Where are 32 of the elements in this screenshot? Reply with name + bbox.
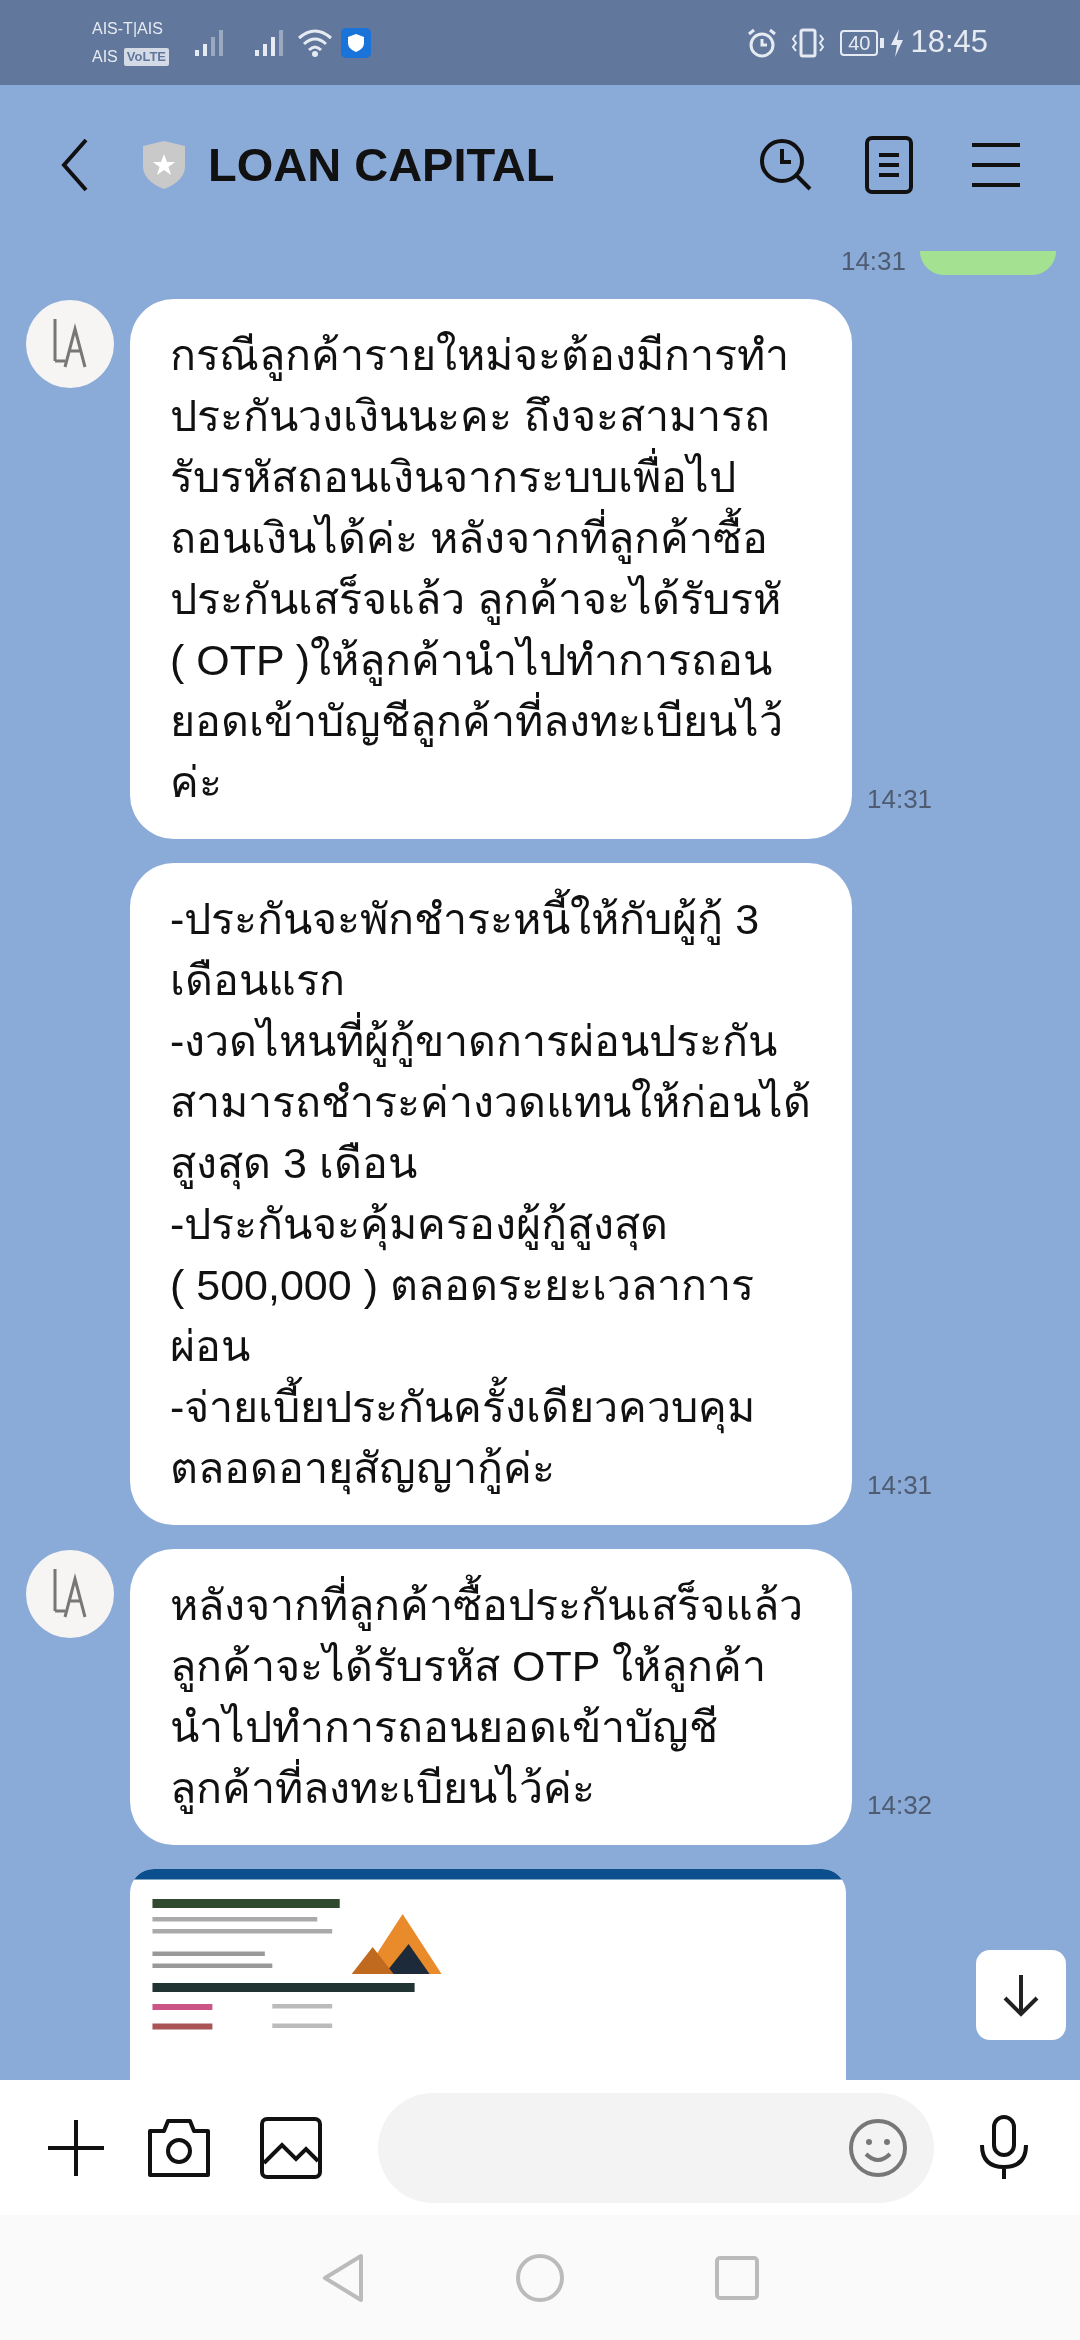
shield-star-icon bbox=[142, 140, 186, 190]
carrier-label: AIS bbox=[92, 46, 118, 67]
clock-time: 18:45 bbox=[910, 23, 988, 62]
avatar[interactable] bbox=[25, 1549, 115, 1639]
message-text: กรณีลูกค้ารายใหม่จะต้องมีการทำประกันวงเงินนะคะ ถึงจะสามารถรับรหัสถอนเงินจากระบบเพื่อไปถอนเงินได้ค่ะ หลังจากที่ลูกค้าซื้อประกันเสร็จแล้ว ลูกค้าจะได้รับรหั ( OTP )ให้ลูกค้านำไปทำการถอนยอดเข้าบัญชีลูกค้าที่ลงทะเบียนไว้ค่ะ bbox=[170, 330, 790, 808]
plus-button[interactable] bbox=[46, 2117, 106, 2178]
wifi-icon bbox=[297, 27, 334, 58]
menu-button[interactable] bbox=[972, 141, 1020, 189]
message-text: หลังจากที่ลูกค้าซื้อประกันเสร็จแล้ว ลูกค้าจะได้รับรหัส OTP ให้ลูกค้านำไปทำการถอนยอดเข้าบัญชีลูกค้าที่ลงทะเบียนไว้ค่ะ bbox=[170, 1575, 812, 1819]
message-time: 14:32 bbox=[867, 1789, 933, 1822]
vibrate-icon bbox=[790, 26, 827, 59]
microphone-button[interactable] bbox=[978, 2114, 1030, 2181]
camera-button[interactable] bbox=[146, 2116, 212, 2179]
avatar[interactable] bbox=[25, 299, 115, 389]
shield-app-icon bbox=[341, 27, 372, 58]
charging-icon bbox=[890, 28, 905, 57]
message-bubble[interactable]: หลังจากที่ลูกค้าซื้อประกันเสร็จแล้ว ลูกค้าจะได้รับรหัส OTP ให้ลูกค้านำไปทำการถอนยอดเข้าบัญชีลูกค้าที่ลงทะเบียนไว้ค่ะ bbox=[130, 1549, 852, 1845]
emoji-icon[interactable] bbox=[848, 2117, 908, 2178]
message-bubble[interactable] bbox=[130, 299, 852, 839]
message-time: 14:31 bbox=[840, 247, 906, 275]
message-time: 14:31 bbox=[867, 1469, 933, 1502]
message-text: -ประกันจะพักชำระหนี้ให้กับผู้กู้ 3 เดือนแรก -งวดไหนที่ผู้กู้ขาดการผ่อนประกัน สามารถชำระค่างวดแทนให้ก่อนได้สูงสุด 3 เดือน -ประกันจะคุ้มครองผู้กู้สูงสุด ( 500,000 ) ตลอดระยะเวลาการผ่อน -จ่ายเบี้ยประกันครั้งเดียวควบคุมตลอดอายุสัญญากู้ค่ะ bbox=[170, 889, 812, 1499]
carrier-label: AIS-T|AIS bbox=[92, 18, 164, 39]
alarm-icon bbox=[746, 26, 779, 59]
notes-button[interactable] bbox=[864, 135, 914, 195]
message-bubble[interactable] bbox=[130, 863, 852, 1525]
volte-badge: VoLTE bbox=[123, 47, 170, 66]
gallery-button[interactable] bbox=[260, 2116, 322, 2179]
scroll-down-button[interactable] bbox=[976, 1950, 1066, 2040]
chat-title: LOAN CAPITAL bbox=[208, 136, 555, 193]
message-time: 14:31 bbox=[867, 783, 933, 816]
battery-indicator: 40 bbox=[840, 29, 879, 56]
